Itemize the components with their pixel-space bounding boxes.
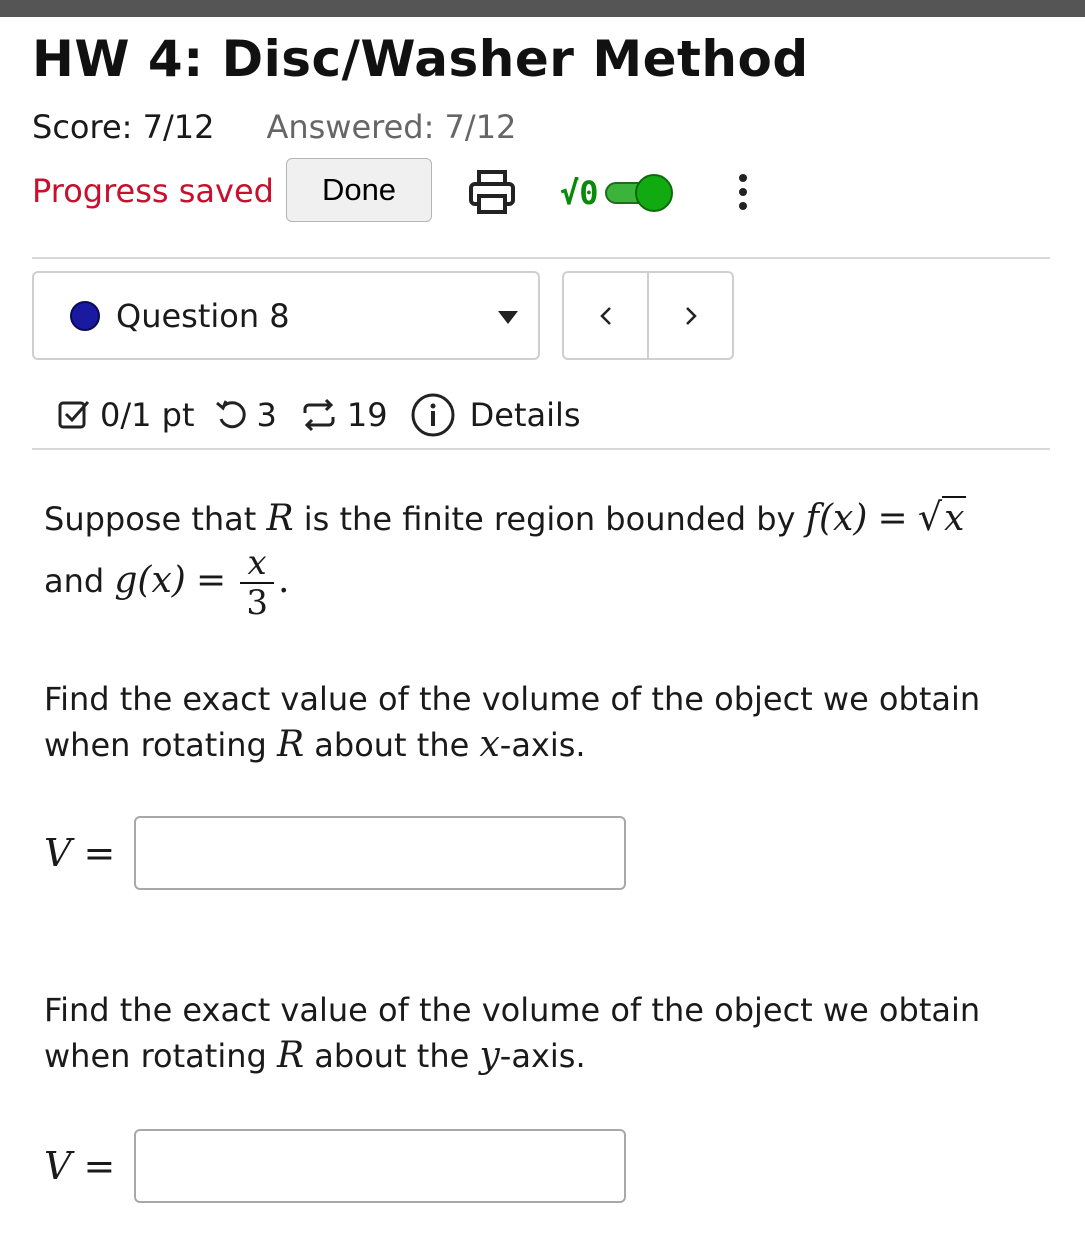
details-label: Details [469, 396, 581, 434]
caret-down-icon [498, 311, 518, 324]
problem-statement-line-2: and g(x) = x3. [44, 543, 290, 623]
part1-line-1: Find the exact value of the volume of th… [44, 680, 981, 718]
math-entry-toggle[interactable]: √0 [560, 166, 673, 220]
question-meta: 0/1 pt 3 19 Details [56, 388, 581, 442]
question-status-dot [70, 300, 100, 331]
points-text: 0/1 pt [100, 396, 195, 434]
f-lhs: f(x) [805, 498, 868, 539]
problem-statement-line-1: Suppose that R is the finite region boun… [44, 494, 967, 542]
answer-row-2: V = [44, 1129, 626, 1203]
top-bar [0, 0, 1085, 17]
region-symbol: R [266, 498, 294, 539]
question-dropdown[interactable]: Question 8 [32, 271, 540, 360]
info-icon [411, 393, 455, 437]
details-link[interactable]: Details [410, 392, 581, 438]
part2-line-1: Find the exact value of the volume of th… [44, 991, 981, 1029]
divider [32, 448, 1050, 450]
undo-icon [213, 397, 249, 433]
progress-saved-status: Progress saved [32, 172, 274, 210]
volume-y-axis-input[interactable] [134, 1129, 626, 1203]
answered-text: Answered: 7/12 [266, 108, 517, 146]
more-vertical-icon [739, 174, 747, 182]
score-line: Score: 7/12 Answered: 7/12 [32, 108, 516, 146]
sqrt-icon: √0 [560, 174, 599, 212]
question-nav [562, 271, 734, 360]
g-lhs: g(x) [114, 560, 186, 601]
checkbox-icon [56, 397, 92, 433]
question-label: Question 8 [116, 296, 290, 335]
sqrt-expression: √x [917, 495, 967, 539]
fraction-x-over-3: x3 [240, 544, 274, 622]
part2-line-2: when rotating R about the y-axis. [44, 1035, 586, 1076]
print-icon [469, 170, 515, 214]
done-button[interactable]: Done [286, 158, 432, 222]
answer-label-1: V = [44, 831, 116, 875]
toggle-knob [634, 174, 673, 212]
attempts-text: 3 [256, 396, 277, 434]
print-button[interactable] [466, 166, 518, 218]
next-question-button[interactable] [649, 273, 732, 358]
chevron-left-icon [599, 306, 611, 325]
toggle-switch[interactable] [604, 174, 673, 212]
page-title: HW 4: Disc/Washer Method [32, 30, 809, 88]
score-text: Score: 7/12 [32, 108, 215, 146]
previous-question-button[interactable] [564, 273, 649, 358]
chevron-right-icon [685, 306, 697, 325]
volume-x-axis-input[interactable] [134, 816, 626, 890]
answer-row-1: V = [44, 816, 626, 890]
answer-label-2: V = [44, 1144, 116, 1188]
divider [32, 257, 1050, 259]
more-options-button[interactable] [728, 166, 758, 218]
submissions-text: 19 [346, 396, 388, 434]
retry-icon [299, 397, 339, 433]
part1-line-2: when rotating R about the x-axis. [44, 724, 586, 765]
